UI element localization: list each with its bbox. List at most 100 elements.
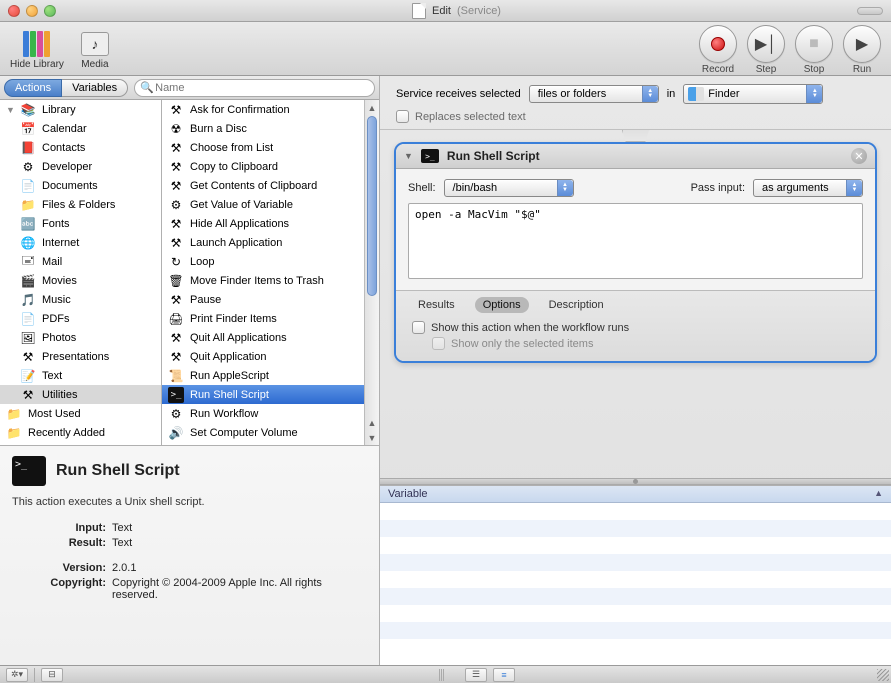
sidebar-item-photos[interactable]: 🖼Photos	[0, 328, 161, 347]
info-description: This action executes a Unix shell script…	[12, 496, 367, 508]
actions-scrollbar[interactable]: ▲ ▲ ▼	[364, 100, 379, 445]
service-receives-popup[interactable]: files or folders▲▼	[529, 85, 659, 103]
action-icon: ⚒	[168, 159, 184, 175]
variables-header[interactable]: Variable ▲	[380, 486, 891, 503]
variables-table[interactable]	[380, 503, 891, 665]
window-titlebar: Edit (Service)	[0, 0, 891, 22]
tab-variables[interactable]: Variables	[62, 79, 128, 97]
pane-divider[interactable]	[380, 478, 891, 485]
action-label: Run AppleScript	[190, 370, 269, 382]
library-root[interactable]: ▼📚Library	[0, 100, 161, 119]
sidebar-item-fonts[interactable]: 🔤Fonts	[0, 214, 161, 233]
action-label: Launch Application	[190, 237, 282, 249]
actions-list[interactable]: ⚒Ask for Confirmation›☢Burn a Disc›⚒Choo…	[162, 100, 379, 445]
action-label: Loop	[190, 256, 214, 268]
window-resize-grip[interactable]	[877, 669, 889, 681]
remove-action-button[interactable]: ✕	[851, 148, 867, 164]
service-app-popup[interactable]: Finder▲▼	[683, 84, 823, 104]
action-row[interactable]: 🗑Move Finder Items to Trash›	[162, 271, 379, 290]
disclosure-triangle[interactable]: ▼	[404, 151, 413, 161]
tab-options[interactable]: Options	[475, 297, 529, 313]
run-button[interactable]: ▶ Run	[843, 25, 881, 75]
sidebar-item-music[interactable]: 🎵Music	[0, 290, 161, 309]
sidebar-item-text[interactable]: 📝Text	[0, 366, 161, 385]
sidebar-item-pdfs[interactable]: 📄PDFs	[0, 309, 161, 328]
sidebar-item-recently-added[interactable]: 📁Recently Added	[0, 423, 161, 442]
minimize-window-button[interactable]	[26, 5, 38, 17]
action-row[interactable]: 🔊Set Computer Volume›	[162, 423, 379, 442]
zoom-window-button[interactable]	[44, 5, 56, 17]
action-row[interactable]: 🖨Print Finder Items›	[162, 309, 379, 328]
action-icon: ⚒	[168, 102, 184, 118]
tab-results[interactable]: Results	[410, 297, 463, 313]
sidebar-item-most-used[interactable]: 📁Most Used	[0, 404, 161, 423]
media-button[interactable]: ♪ Media	[78, 29, 112, 70]
action-icon: ⚙	[168, 406, 184, 422]
action-row[interactable]: ⚙Run Workflow›	[162, 404, 379, 423]
action-row[interactable]: ⚒Copy to Clipboard›	[162, 157, 379, 176]
hide-library-button[interactable]: Hide Library	[10, 29, 64, 70]
pass-input-popup[interactable]: as arguments▲▼	[753, 179, 863, 197]
action-label: Ask for Confirmation	[190, 104, 290, 116]
step-button[interactable]: ▶│ Step	[747, 25, 785, 75]
column-resize-handle[interactable]	[439, 669, 445, 681]
action-row[interactable]: ↻Loop›	[162, 252, 379, 271]
close-window-button[interactable]	[8, 5, 20, 17]
action-label: Move Finder Items to Trash	[190, 275, 324, 287]
record-button[interactable]: Record	[699, 25, 737, 75]
main-toolbar: Hide Library ♪ Media Record ▶│ Step ■ St…	[0, 22, 891, 76]
stop-button: ■ Stop	[795, 25, 833, 75]
show-action-checkbox[interactable]	[412, 321, 425, 334]
scroll-down-arrow[interactable]: ▼	[365, 430, 379, 445]
sidebar-item-documents[interactable]: 📄Documents	[0, 176, 161, 195]
sidebar-item-utilities[interactable]: ⚒Utilities	[0, 385, 161, 404]
run-shell-script-action[interactable]: ▼ >_ Run Shell Script ✕ Shell: /bin/bash…	[394, 142, 877, 363]
action-row[interactable]: ☢Burn a Disc›	[162, 119, 379, 138]
step-icon: ▶│	[747, 25, 785, 63]
tab-description[interactable]: Description	[541, 297, 612, 313]
finder-icon	[688, 87, 704, 101]
action-icon: ↻	[168, 254, 184, 270]
workflow-view-toggle[interactable]: ⊟	[41, 668, 63, 682]
scroll-up-arrow-2[interactable]: ▲	[365, 415, 379, 430]
action-label: Run Workflow	[190, 408, 258, 420]
sidebar-item-developer[interactable]: ⚙Developer	[0, 157, 161, 176]
action-row[interactable]: ⚒Pause›	[162, 290, 379, 309]
shell-script-textarea[interactable]	[408, 203, 863, 279]
sidebar-item-movies[interactable]: 🎬Movies	[0, 271, 161, 290]
search-input[interactable]	[134, 79, 375, 97]
scroll-up-arrow[interactable]: ▲	[365, 100, 379, 115]
list-view-button[interactable]: ☰	[465, 668, 487, 682]
sort-indicator-icon: ▲	[874, 488, 883, 500]
replaces-text-checkbox[interactable]	[396, 110, 409, 123]
action-row[interactable]: ⚒Ask for Confirmation›	[162, 100, 379, 119]
sidebar-item-internet[interactable]: 🌐Internet	[0, 233, 161, 252]
action-icon: 🔊	[168, 425, 184, 441]
action-row[interactable]: ⚒Quit Application›	[162, 347, 379, 366]
show-selected-label: Show only the selected items	[451, 338, 593, 350]
toolbar-toggle-button[interactable]	[857, 7, 883, 15]
media-icon: ♪	[81, 32, 109, 56]
sidebar-item-contacts[interactable]: 📕Contacts	[0, 138, 161, 157]
workflow-canvas[interactable]: ▼ >_ Run Shell Script ✕ Shell: /bin/bash…	[380, 130, 891, 478]
action-row[interactable]: ⚒Launch Application›	[162, 233, 379, 252]
sidebar-item-files[interactable]: 📁Files & Folders	[0, 195, 161, 214]
action-row[interactable]: ⚙Get Value of Variable›	[162, 195, 379, 214]
action-row[interactable]: ⚒Choose from List›	[162, 138, 379, 157]
tab-actions[interactable]: Actions	[4, 79, 62, 97]
action-row[interactable]: 📜Run AppleScript›	[162, 366, 379, 385]
action-row[interactable]: ⚒Hide All Applications›	[162, 214, 379, 233]
sidebar-item-calendar[interactable]: 📅Calendar	[0, 119, 161, 138]
action-row[interactable]: >_Run Shell Script›	[162, 385, 379, 404]
action-info-panel: >_ Run Shell Script This action executes…	[0, 446, 379, 665]
library-categories-list[interactable]: ▼📚Library 📅Calendar 📕Contacts ⚙Developer…	[0, 100, 162, 445]
scroll-thumb[interactable]	[367, 116, 377, 296]
sidebar-item-mail[interactable]: 🖃Mail	[0, 252, 161, 271]
gear-menu-button[interactable]: ✲▾	[6, 668, 28, 682]
action-row[interactable]: ⚒Quit All Applications›	[162, 328, 379, 347]
log-view-button[interactable]: ≡	[493, 668, 515, 682]
shell-popup[interactable]: /bin/bash▲▼	[444, 179, 574, 197]
library-panel: Actions Variables 🔍 ▼📚Library 📅Calendar …	[0, 76, 380, 665]
action-row[interactable]: ⚒Get Contents of Clipboard›	[162, 176, 379, 195]
sidebar-item-presentations[interactable]: ⚒Presentations	[0, 347, 161, 366]
